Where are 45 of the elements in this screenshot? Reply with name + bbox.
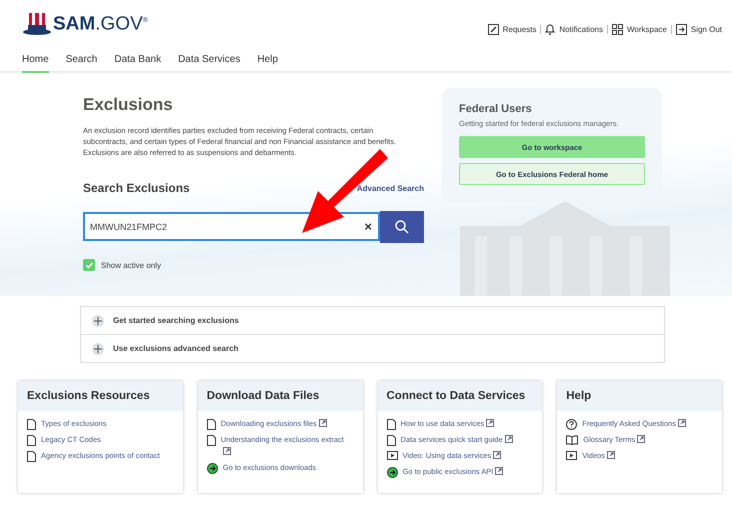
utility-link[interactable]: Sign Out xyxy=(676,24,722,34)
document-icon xyxy=(27,451,36,462)
clear-button[interactable]: × xyxy=(358,219,378,234)
expand-icon xyxy=(92,342,104,354)
utility-link[interactable]: Notifications xyxy=(545,23,603,35)
book-icon xyxy=(566,435,578,445)
document-icon xyxy=(206,435,216,446)
utility-link[interactable]: Workspace xyxy=(612,24,667,34)
page-title: Exclusions xyxy=(83,95,174,115)
accordion-item[interactable]: Get started searching exclusions xyxy=(81,307,664,334)
document-icon xyxy=(386,419,396,430)
nav-tab[interactable]: Data Bank xyxy=(114,45,162,73)
sign-out-icon xyxy=(676,24,687,34)
arrow-circle-icon xyxy=(386,467,398,478)
document-icon xyxy=(206,419,216,430)
search-title: Search Exclusions xyxy=(83,181,190,195)
advanced-search-link[interactable]: Advanced Search xyxy=(356,184,424,192)
document-icon xyxy=(386,435,396,446)
question-icon xyxy=(566,419,578,430)
video-icon xyxy=(386,451,398,460)
expand-icon xyxy=(92,314,104,326)
card-title: Exclusions Resources xyxy=(27,390,150,402)
bell-icon xyxy=(545,23,556,35)
nav-tab[interactable]: Help xyxy=(257,45,278,73)
card-title: Download Data Files xyxy=(206,390,320,402)
top-hat-logo-icon xyxy=(22,12,52,36)
search-icon xyxy=(395,220,409,234)
checkbox-label: Show active only xyxy=(101,260,162,270)
checkbox[interactable] xyxy=(83,259,95,271)
search-button[interactable] xyxy=(380,211,424,243)
arrow-circle-icon xyxy=(206,463,218,474)
grid-icon xyxy=(612,24,623,34)
edit-icon xyxy=(488,24,499,34)
document-icon xyxy=(27,419,36,430)
nav-tab[interactable]: Search xyxy=(66,45,98,73)
card-title: Federal Users xyxy=(459,103,533,115)
document-icon xyxy=(27,435,36,446)
site-logo-text[interactable]: SAM.GOV$^{®}$ xyxy=(53,9,148,36)
card-title: Connect to Data Services xyxy=(386,390,526,402)
card-title: Help xyxy=(566,390,592,402)
accordion-item[interactable]: Use exclusions advanced search xyxy=(81,334,664,362)
video-icon xyxy=(566,451,578,460)
nav-tab[interactable]: Data Services xyxy=(178,45,240,73)
utility-link[interactable]: Requests xyxy=(488,24,536,34)
search-field[interactable]: MMWUN21FMPC2 × xyxy=(83,212,380,241)
